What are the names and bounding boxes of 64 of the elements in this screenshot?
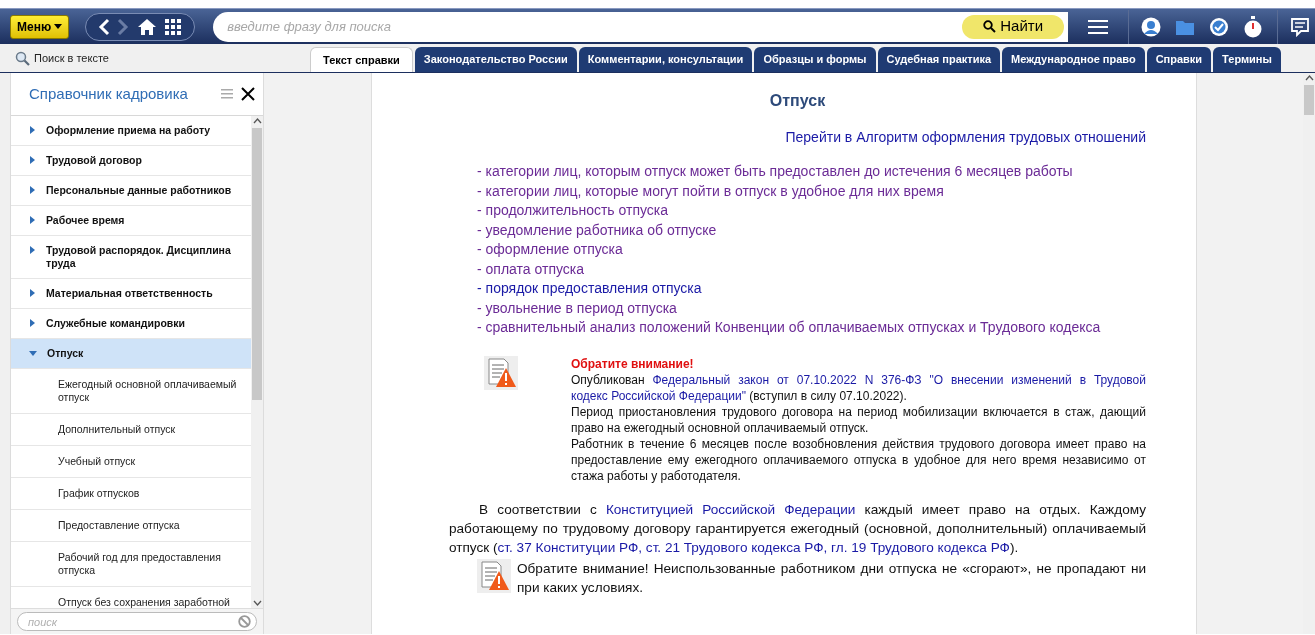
search-icon: [983, 20, 997, 33]
link[interactable]: ст. 37 Конституции РФ, ст. 21 Трудового кодекса РФ, гл. 19 Трудового кодекса РФ: [497, 539, 1010, 555]
sidebar-title: Справочник кадровика: [29, 83, 189, 104]
collapsed-icon: [30, 246, 35, 254]
link[interactable]: - порядок предоставления отпуска: [477, 279, 702, 299]
tab[interactable]: Справки: [1146, 47, 1212, 72]
collapsed-icon: [30, 289, 35, 297]
link[interactable]: - продолжительность отпуска: [477, 201, 669, 221]
notice-heading: Обратите внимание!: [571, 356, 694, 371]
caret-icon: [54, 24, 63, 29]
user-icon[interactable]: [1141, 16, 1162, 37]
link[interactable]: - категории лиц, которым отпуск может быть предоставлен до истечения 6 месяцев работы: [477, 162, 1073, 182]
collapsed-icon: [30, 186, 35, 194]
menu-icon[interactable]: [1088, 18, 1109, 35]
scroll-thumb[interactable]: [1304, 85, 1314, 115]
tab[interactable]: Образцы и формы: [754, 47, 876, 72]
forward-icon[interactable]: [117, 17, 130, 36]
tab[interactable]: Судебная практика: [877, 47, 1001, 72]
scroll-thumb[interactable]: [252, 128, 262, 400]
notice-paragraph: Работник в течение 6 месяцев после возобновления действия трудового договора имеет право на предоставление ему ежегодного оплачиваемого отпуска в удобное для него время независимо от стажа работы у работодателя.: [571, 435, 1146, 484]
link[interactable]: кодекс Российской Федерации": [571, 388, 746, 403]
link[interactable]: - сравнительный анализ положений Конвенции об оплачиваемых отпусках и Трудового кодекса: [477, 318, 1101, 338]
paragraph: В соответствии с Конституцией Российской Федерации каждый имеет право на отдых. Каждому работающему по трудовому договору гарантируется ежегодный (основной, дополнительный) оплачиваемый отпуск (ст. 37 Конституции РФ, ст. 21 Трудового кодекса РФ, гл. 19 Трудового кодекса РФ).: [449, 500, 1146, 557]
notice-paragraph: Опубликован Федеральный закон от 07.10.2022 N 376-ФЗ "О внесении изменений в Трудовой кодекс Российской Федерации" (вступил в силу 07.10.2022).: [571, 371, 1146, 404]
message-icon[interactable]: [1290, 16, 1311, 37]
sidebar-search-field[interactable]: поиск: [17, 612, 257, 631]
clear-icon[interactable]: [238, 615, 251, 628]
tab[interactable]: Комментарии, консультации: [578, 47, 753, 72]
menu-button[interactable]: Меню: [10, 14, 70, 39]
link[interactable]: - оформление отпуска: [477, 240, 623, 260]
link[interactable]: Федеральный закон от 07.10.2022 N 376-ФЗ "О внесении изменений в Трудовой: [652, 372, 1146, 387]
collapsed-icon: [30, 216, 35, 224]
link[interactable]: - категории лиц, которые могут пойти в отпуск в удобное для них время: [477, 181, 944, 201]
stopwatch-icon[interactable]: [1243, 15, 1264, 38]
back-icon[interactable]: [97, 17, 110, 36]
collapsed-icon: [30, 319, 35, 327]
collapsed-icon: [30, 126, 35, 134]
grid-icon[interactable]: [164, 17, 183, 36]
scroll-up-icon[interactable]: [1304, 73, 1314, 83]
tab[interactable]: Текст справки: [310, 47, 413, 72]
link[interactable]: - увольнение в период отпуска: [477, 298, 677, 318]
scroll-up-icon[interactable]: [252, 116, 262, 126]
scroll-down-icon[interactable]: [252, 598, 262, 608]
link[interactable]: - оплата отпуска: [477, 259, 585, 279]
tree-item[interactable]: Отпуск: [11, 339, 251, 369]
paragraph: Обратите внимание! Неиспользованные работником дни отпуска не «сгорают», не пропадают ни при каких условиях.: [517, 560, 1146, 595]
search-icon: [15, 50, 30, 66]
tab[interactable]: Термины: [1213, 47, 1281, 72]
collapsed-icon: [30, 156, 35, 164]
find-button[interactable]: Найти: [962, 14, 1065, 39]
tab[interactable]: Международное право: [1002, 47, 1145, 72]
notice-paragraph: Период приостановления трудового договора на период мобилизации включается в стаж, дающий право на ежегодный основной оплачиваемый отпуск.: [571, 403, 1146, 436]
warning-document-icon: [477, 558, 511, 593]
home-icon[interactable]: [136, 17, 157, 36]
expanded-icon: [29, 351, 37, 356]
link[interactable]: - уведомление работника об отпуске: [477, 220, 717, 240]
text-search-link[interactable]: Поиск в тексте: [34, 49, 109, 67]
search-field[interactable]: введите фразу для поиска Найти: [213, 11, 1069, 42]
warning-document-icon: [484, 355, 518, 390]
document-title: Отпуск: [769, 92, 826, 109]
link[interactable]: Перейти в Алгоритм оформления трудовых отношений: [785, 129, 1146, 145]
link[interactable]: Конституцией Российской Федерации: [605, 501, 856, 517]
tab[interactable]: Законодательство России: [414, 47, 577, 72]
close-icon[interactable]: [241, 87, 255, 101]
